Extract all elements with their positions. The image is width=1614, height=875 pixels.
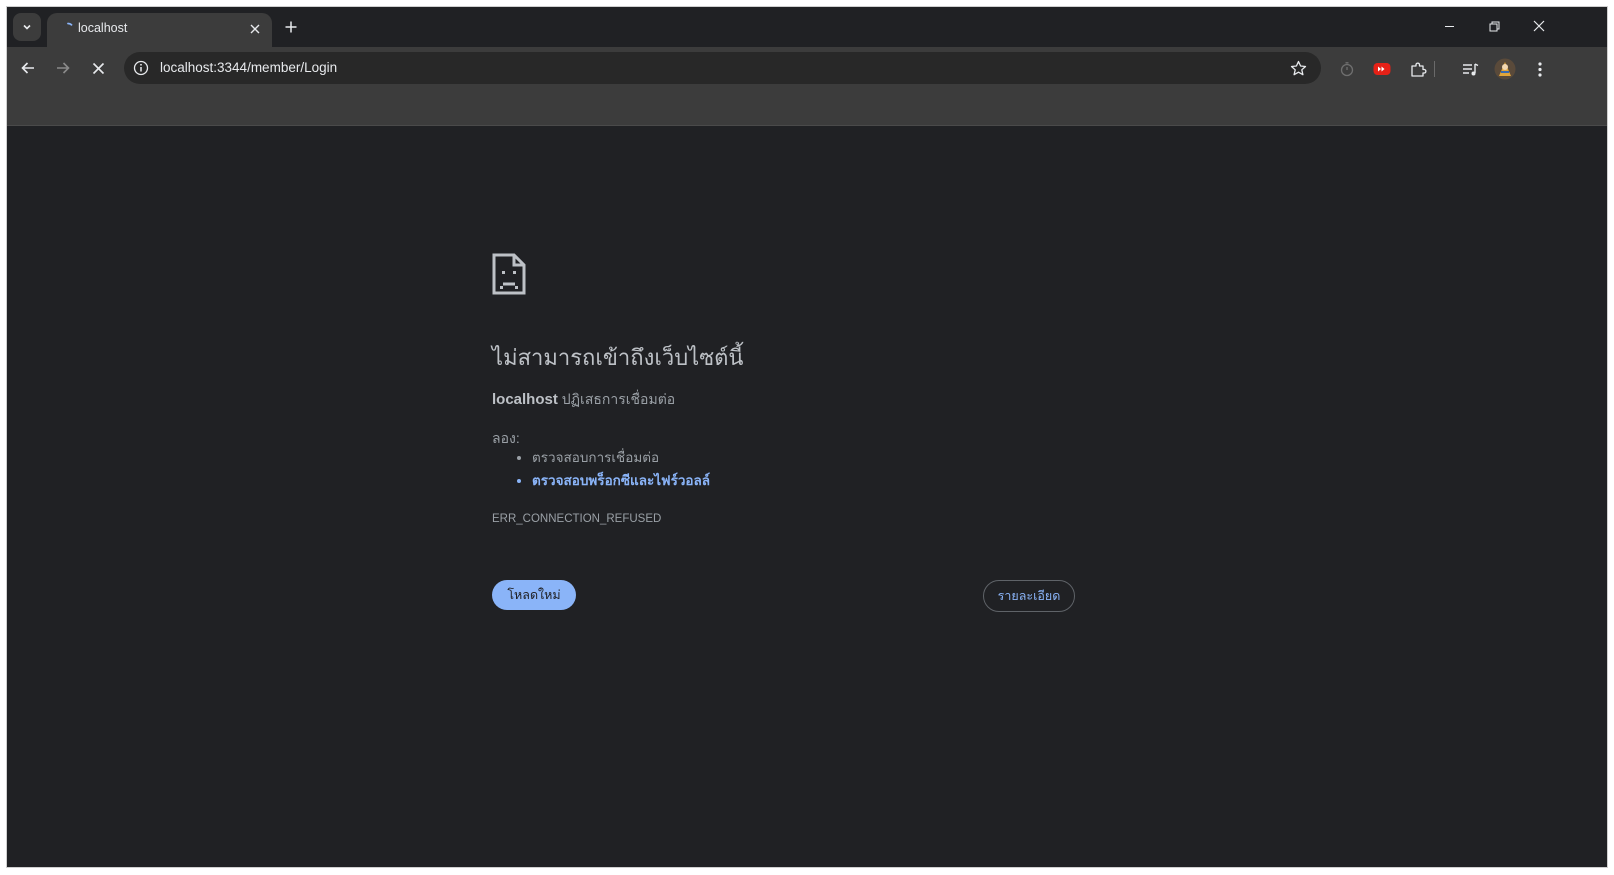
suggestion-check-proxy-firewall[interactable]: ตรวจสอบพร็อกซีและไฟร์วอลล์ <box>532 469 710 492</box>
info-icon <box>133 60 149 76</box>
media-control-button[interactable] <box>1459 58 1481 80</box>
youtube-icon <box>1373 63 1391 75</box>
toolbar: localhost:3344/member/Login <box>7 47 1607 89</box>
bookmark-button[interactable] <box>1289 59 1307 77</box>
restore-button[interactable] <box>1480 15 1508 37</box>
restore-icon <box>1489 21 1499 31</box>
loading-spinner-icon <box>67 22 73 26</box>
error-description-text: ปฏิเสธการเชื่อมต่อ <box>561 391 676 407</box>
tab-strip: localhost <box>7 7 1607 47</box>
tab-localhost[interactable]: localhost <box>47 13 272 47</box>
chevron-down-icon <box>23 24 31 30</box>
arrow-right-icon <box>57 62 70 74</box>
stop-loading-button[interactable] <box>85 55 111 81</box>
more-menu-button[interactable] <box>1529 58 1551 80</box>
toolbar-divider <box>1433 58 1435 80</box>
tab-title: localhost <box>78 21 128 35</box>
error-title: ไม่สามารถเข้าถึงเว็บไซต์นี้ <box>492 345 744 370</box>
close-window-button[interactable] <box>1525 15 1553 37</box>
media-control-icon <box>1462 62 1478 75</box>
error-code: ERR_CONNECTION_REFUSED <box>492 513 662 525</box>
bookmarks-bar <box>7 89 1607 126</box>
back-button[interactable] <box>15 55 41 81</box>
youtube-extension-button[interactable] <box>1371 58 1393 80</box>
profile-avatar-icon <box>1494 58 1516 80</box>
error-host: localhost <box>492 391 558 408</box>
profile-button[interactable] <box>1494 58 1516 80</box>
minimize-icon <box>1444 25 1454 27</box>
address-bar[interactable]: localhost:3344/member/Login <box>124 52 1321 84</box>
more-vert-icon <box>1538 61 1542 77</box>
suggestion-check-connection: ตรวจสอบการเชื่อมต่อ <box>532 446 710 469</box>
close-icon <box>1533 20 1545 32</box>
details-button[interactable]: รายละเอียด <box>983 580 1075 612</box>
tab-search-button[interactable] <box>13 13 41 41</box>
timer-extension-button[interactable] <box>1336 58 1358 80</box>
close-tab-button[interactable] <box>246 20 264 38</box>
error-page: ไม่สามารถเข้าถึงเว็บไซต์นี้ localhost ปฏ… <box>7 126 1607 867</box>
extensions-button[interactable] <box>1407 58 1429 80</box>
browser-window: localhost localhost:3344/member/Login ไม… <box>7 7 1607 867</box>
timer-icon <box>1340 62 1354 77</box>
url-text[interactable]: localhost:3344/member/Login <box>160 60 337 75</box>
puzzle-icon <box>1410 62 1426 77</box>
close-icon <box>250 24 260 34</box>
site-info-button[interactable] <box>132 59 150 77</box>
suggestion-list: ตรวจสอบการเชื่อมต่อ ตรวจสอบพร็อกซีและไฟร… <box>492 446 710 492</box>
close-icon <box>92 62 104 74</box>
sad-page-icon <box>492 253 526 295</box>
plus-icon <box>285 21 297 33</box>
minimize-button[interactable] <box>1435 15 1463 37</box>
forward-button[interactable] <box>50 55 76 81</box>
new-tab-button[interactable] <box>281 17 301 37</box>
star-icon <box>1290 60 1306 75</box>
arrow-left-icon <box>21 62 34 74</box>
reload-button[interactable]: โหลดใหม่ <box>492 580 576 610</box>
error-description: localhost ปฏิเสธการเชื่อมต่อ <box>492 389 675 411</box>
